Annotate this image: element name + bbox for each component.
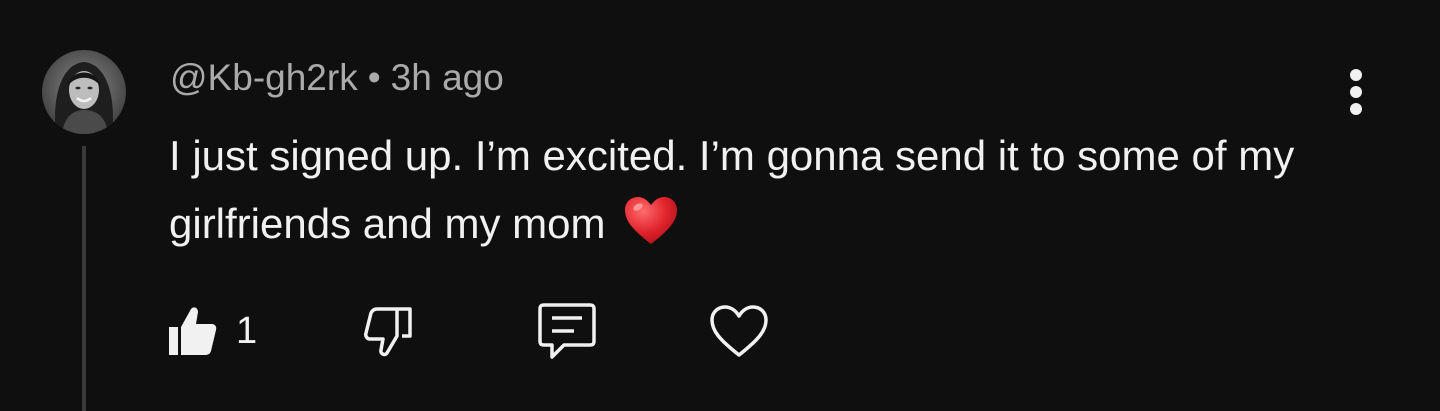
- comment-text-container: I just signed up. I’m excited. I’m gonna…: [169, 122, 1309, 266]
- timestamp[interactable]: 3h ago: [391, 57, 504, 98]
- thumbs-up-filled-icon: [169, 307, 217, 355]
- thumbs-down-outline-icon: [364, 307, 412, 357]
- reply-button[interactable]: [536, 296, 598, 366]
- more-vert-icon: [1350, 69, 1362, 115]
- heart-outline-icon: [710, 305, 768, 357]
- author-handle[interactable]: @Kb-gh2rk: [170, 57, 358, 98]
- avatar-image: [42, 50, 126, 134]
- red-heart-emoji: [623, 196, 679, 266]
- thread-line: [82, 146, 86, 411]
- heart-button[interactable]: [708, 296, 770, 366]
- more-options-button[interactable]: [1330, 66, 1382, 118]
- like-count: 1: [236, 309, 258, 352]
- comment-actions: 1: [0, 296, 1440, 366]
- comment-item: @Kb-gh2rk • 3h ago I just signed up. I’m e…: [0, 0, 1440, 411]
- header-separator: •: [367, 57, 381, 98]
- dislike-button[interactable]: [362, 296, 414, 366]
- comment-reply-icon: [538, 303, 596, 359]
- comment-text: I just signed up. I’m excited. I’m gonna…: [169, 132, 1295, 247]
- comment-header: @Kb-gh2rk • 3h ago: [170, 56, 504, 100]
- avatar[interactable]: [42, 50, 126, 134]
- like-button[interactable]: 1: [166, 296, 257, 366]
